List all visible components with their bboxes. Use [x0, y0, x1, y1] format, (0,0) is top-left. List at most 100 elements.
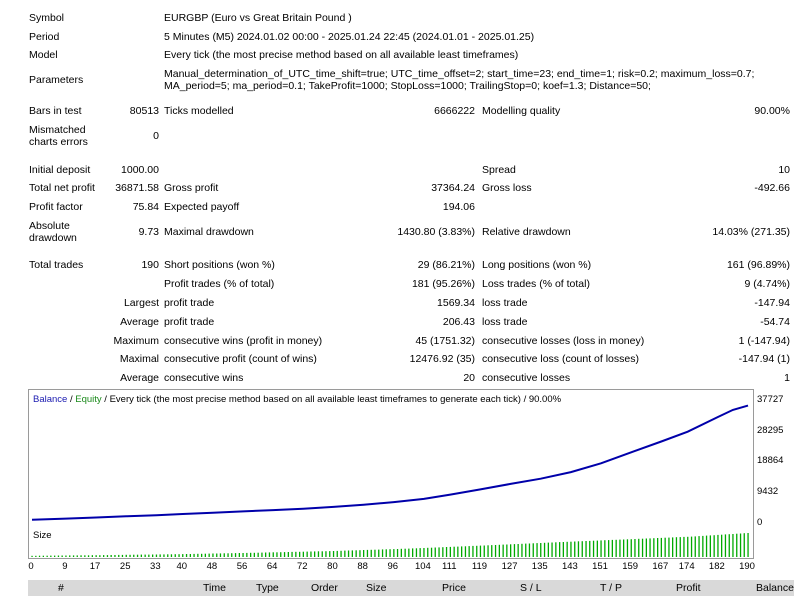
x-tick-label: 151: [592, 561, 608, 572]
size-bar: [464, 546, 467, 557]
size-bar: [38, 555, 41, 557]
size-bar: [626, 539, 629, 557]
size-bar: [242, 553, 244, 557]
size-bar: [498, 544, 500, 557]
relative-drawdown-value: 14.03% (271.35): [712, 226, 790, 238]
gross-loss-label: Gross loss: [482, 182, 532, 194]
size-bar: [223, 553, 225, 557]
size-bar: [724, 534, 727, 557]
size-bar: [604, 540, 606, 557]
col-balance-header[interactable]: Balance: [756, 582, 794, 594]
size-bar: [291, 551, 293, 557]
size-bar: [321, 551, 323, 557]
legend-separator-2: /: [101, 394, 110, 405]
size-bar: [668, 537, 670, 557]
size-bar: [370, 549, 372, 557]
parameters-label: Parameters: [29, 74, 84, 86]
size-bar: [69, 555, 71, 557]
size-bar: [133, 554, 135, 557]
size-bar: [167, 554, 169, 557]
largest-loss-value: -147.94: [754, 297, 790, 309]
size-bar: [261, 552, 263, 557]
size-bar: [660, 537, 662, 557]
x-tick-label: 104: [414, 561, 431, 572]
size-bar: [129, 554, 131, 557]
size-bar: [95, 555, 97, 557]
parameters-line-2: MA_period=5; ma_period=0.1; TakeProfit=1…: [164, 80, 651, 92]
size-bar: [216, 553, 218, 557]
maximal-consecutive-profit-value: 12476.92 (35): [409, 353, 475, 365]
x-tick-label: 17: [89, 561, 101, 572]
size-bar: [351, 550, 353, 557]
size-bar: [641, 538, 644, 557]
legend-balance: Balance: [33, 394, 68, 405]
size-bar: [87, 555, 90, 557]
x-tick-label: 40: [176, 561, 188, 572]
size-bar: [559, 542, 561, 557]
col-order-header[interactable]: Order: [311, 582, 338, 594]
y-tick-label: 0: [757, 517, 763, 528]
spread-value: 10: [778, 164, 790, 176]
col-size-header[interactable]: Size: [366, 582, 386, 594]
size-bar: [170, 554, 173, 557]
size-bar: [487, 545, 489, 557]
quality-value: 90.00%: [754, 105, 790, 117]
size-bar: [110, 555, 112, 557]
col-tp-header[interactable]: T / P: [600, 582, 622, 594]
col-time-header[interactable]: Time: [203, 582, 226, 594]
size-bar: [332, 551, 335, 557]
size-bar: [295, 551, 297, 557]
profit-factor-label: Profit factor: [29, 201, 83, 213]
size-bar: [442, 547, 444, 557]
size-bar: [528, 543, 531, 557]
size-bar: [705, 535, 708, 557]
size-bar: [577, 541, 580, 557]
x-tick-label: 143: [561, 561, 578, 572]
size-bar: [54, 555, 56, 557]
size-bar: [393, 549, 395, 557]
size-bar: [713, 535, 715, 557]
col-profit-header[interactable]: Profit: [676, 582, 701, 594]
size-bar: [227, 553, 229, 557]
size-bar: [366, 549, 369, 557]
size-bar: [389, 549, 391, 557]
average-consecutive-label: Average: [120, 372, 159, 384]
size-bar: [664, 537, 666, 557]
size-bar: [253, 552, 255, 557]
size-bar: [329, 551, 331, 557]
size-bar: [510, 544, 512, 557]
col-price-header[interactable]: Price: [442, 582, 466, 594]
size-bar: [61, 555, 63, 557]
y-tick-label: 18864: [757, 455, 784, 467]
size-bar: [136, 554, 139, 557]
col-type-header[interactable]: Type: [256, 582, 279, 594]
size-bar: [472, 545, 474, 557]
average-profit-value: 206.43: [442, 316, 475, 328]
x-tick-label: 111: [442, 561, 457, 572]
size-bar: [159, 554, 161, 557]
size-bar: [415, 548, 418, 557]
bars-label: Bars in test: [29, 105, 82, 117]
size-bar: [396, 549, 399, 557]
size-bar: [600, 540, 602, 557]
size-chart-plot: [31, 533, 749, 557]
short-positions-value: 29 (86.21%): [417, 259, 475, 271]
size-bar: [687, 536, 689, 557]
col-sl-header[interactable]: S / L: [520, 582, 542, 594]
x-tick-label: 56: [236, 561, 248, 572]
size-bar: [268, 552, 271, 557]
profit-trades-value: 181 (95.26%): [411, 278, 475, 290]
size-bar: [140, 554, 142, 557]
y-tick-label: 9432: [757, 486, 779, 498]
size-bar: [219, 553, 222, 557]
size-bar: [174, 554, 176, 557]
size-bar: [728, 534, 730, 557]
col-number-header[interactable]: #: [58, 582, 64, 594]
size-bar: [461, 546, 463, 557]
size-bar: [517, 544, 519, 557]
maximum-label: Maximum: [113, 335, 159, 347]
size-bar: [400, 548, 402, 557]
size-bar: [491, 545, 493, 557]
size-bar: [698, 536, 700, 557]
size-bar: [502, 544, 504, 557]
